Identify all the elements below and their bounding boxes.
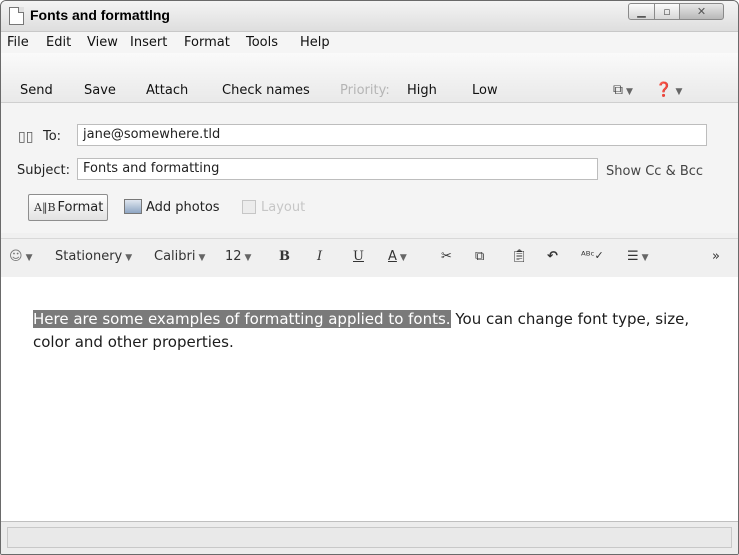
maximize-icon: ▫ (663, 5, 671, 18)
font-size-dropdown[interactable]: 12 ▼ (225, 249, 251, 264)
italic-button[interactable]: I (317, 249, 322, 264)
more-tools-button[interactable]: » (712, 249, 720, 264)
font-label: Calibri (154, 249, 196, 264)
format-icon: A‖B (34, 201, 56, 214)
font-size-label: 12 (225, 249, 242, 264)
menu-format[interactable]: Format (184, 35, 230, 50)
send-button[interactable]: Send (20, 83, 53, 98)
format-button[interactable]: A‖B Format (28, 194, 108, 221)
close-icon: ✕ (696, 5, 707, 18)
maximize-button[interactable]: ▫ (654, 3, 680, 20)
format-label: Format (57, 200, 104, 215)
stationery-label: Stationery (55, 249, 123, 264)
attach-button[interactable]: Attach (146, 83, 188, 98)
stationery-dropdown[interactable]: Stationery ▼ (55, 249, 132, 264)
check-names-button[interactable]: Check names (222, 83, 310, 98)
to-label[interactable]: To: (43, 129, 61, 144)
minimize-icon: ▁ (637, 5, 646, 18)
minimize-button[interactable]: ▁ (628, 3, 655, 20)
help-icon[interactable]: ❓ ▼ (655, 82, 682, 98)
menu-view[interactable]: View (87, 35, 118, 50)
paste-icon[interactable]: 📋︎ (511, 249, 528, 264)
cut-icon[interactable]: ✂ (441, 249, 452, 264)
status-field (7, 527, 732, 548)
menu-bar: File Edit View Insert Format Tools Help (1, 32, 738, 54)
add-photos-icon (124, 199, 142, 214)
layout-icon (242, 200, 256, 214)
font-color-label: A (388, 249, 397, 264)
priority-low-button[interactable]: Low (472, 83, 498, 98)
emoticon-icon[interactable]: ☺ ▼ (9, 249, 32, 264)
priority-high-button[interactable]: High (407, 83, 437, 98)
read-options-icon[interactable]: ⧉ ▼ (613, 82, 633, 98)
priority-label: Priority: (340, 83, 390, 98)
save-button[interactable]: Save (84, 83, 116, 98)
toolbar: Send Save Attach Check names Priority: H… (1, 53, 738, 103)
subject-field[interactable]: Fonts and formatting (77, 158, 598, 180)
spell-check-icon[interactable]: ᴬᴮᶜ✓ (581, 249, 604, 262)
subject-label: Subject: (17, 163, 70, 178)
list-icon[interactable]: ☰ ▼ (627, 249, 649, 264)
menu-help[interactable]: Help (300, 35, 330, 50)
message-header: ▯▯ To: jane@somewhere.tld Subject: Fonts… (1, 103, 738, 233)
status-bar (1, 522, 738, 554)
mail-window: Fonts and formattlng ▁ ▫ ✕ File Edit Vie… (0, 0, 739, 555)
show-cc-bcc-link[interactable]: Show Cc & Bcc (606, 164, 703, 179)
to-field[interactable]: jane@somewhere.tld (77, 124, 707, 146)
address-book-icon[interactable]: ▯▯ (18, 129, 33, 145)
underline-button[interactable]: U (353, 249, 364, 264)
selected-text[interactable]: Here are some examples of formatting app… (33, 310, 451, 328)
menu-insert[interactable]: Insert (130, 35, 167, 50)
close-button[interactable]: ✕ (679, 3, 724, 20)
font-dropdown[interactable]: Calibri ▼ (154, 249, 205, 264)
layout-button[interactable]: Layout (261, 200, 305, 215)
message-body[interactable]: Here are some examples of formatting app… (1, 277, 738, 522)
document-icon (9, 7, 24, 25)
undo-icon[interactable]: ↶ (547, 249, 558, 264)
copy-icon[interactable]: ⧉ (475, 249, 484, 264)
menu-tools[interactable]: Tools (246, 35, 278, 50)
menu-edit[interactable]: Edit (46, 35, 71, 50)
menu-file[interactable]: File (7, 35, 29, 50)
formatting-toolbar: ☺ ▼ Stationery ▼ Calibri ▼ 12 ▼ B I U A ▼ ✂ ⧉… (1, 238, 738, 278)
font-color-button[interactable]: A ▼ (388, 249, 407, 264)
title-bar: Fonts and formattlng ▁ ▫ ✕ (1, 1, 738, 32)
message-text[interactable]: Here are some examples of formatting app… (33, 308, 723, 354)
bold-button[interactable]: B (279, 249, 290, 264)
window-title: Fonts and formattlng (30, 7, 170, 23)
add-photos-button[interactable]: Add photos (146, 200, 220, 215)
